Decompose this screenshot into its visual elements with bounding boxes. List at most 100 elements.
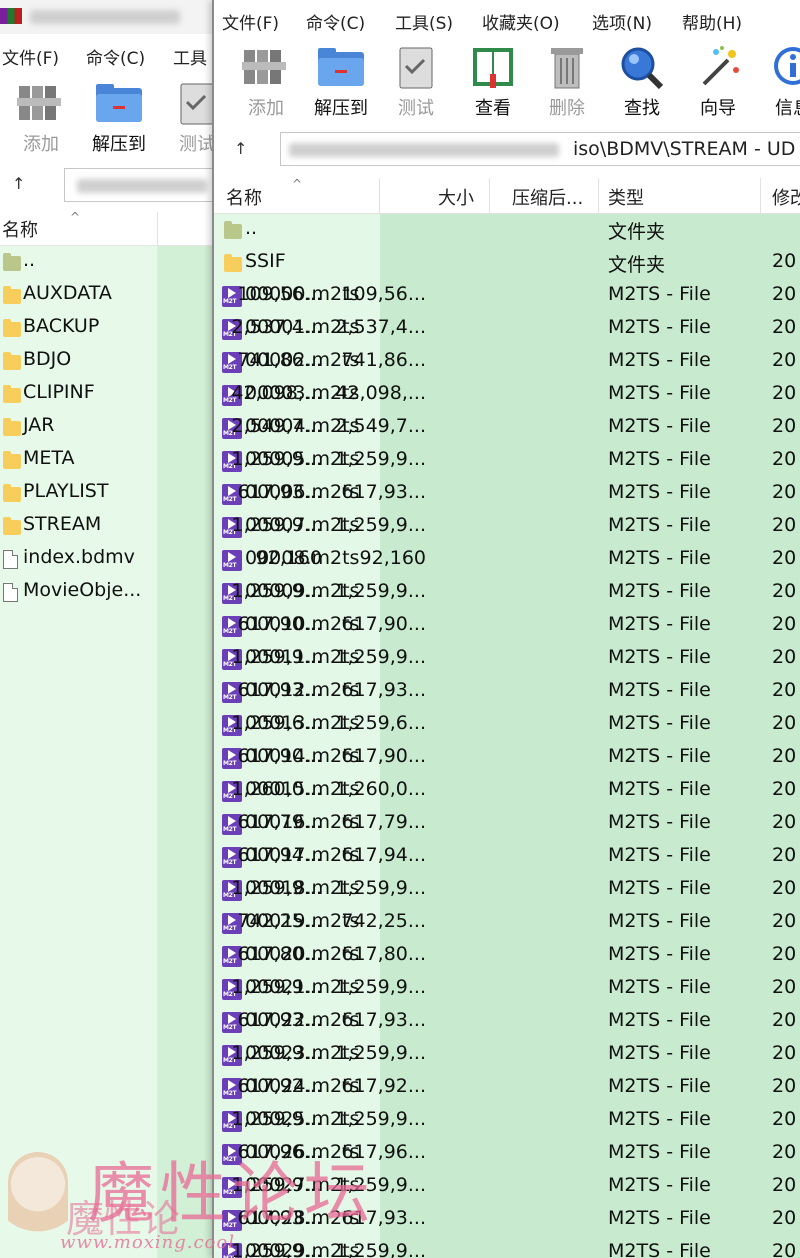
table-row[interactable]: 00024.m2ts617,92...617,92...M2TS - File2… — [214, 1072, 800, 1105]
table-row[interactable]: 00018.m2ts1,259,9...1,259,9...M2TS - Fil… — [214, 874, 800, 907]
table-row[interactable]: 00016.m2ts617,79...617,79...M2TS - File2… — [214, 808, 800, 841]
table-row[interactable]: 00027.m2ts1,259,9...1,259,9...M2TS - Fil… — [214, 1171, 800, 1204]
folder-icon — [224, 254, 242, 272]
cell-modified: 20 — [772, 646, 797, 668]
back-list-item[interactable]: META — [0, 444, 157, 477]
back-up-arrow-icon[interactable]: ↑ — [12, 174, 25, 193]
col-size[interactable]: 大小 — [438, 184, 474, 210]
table-row[interactable]: 00013.m2ts1,259,6...1,259,6...M2TS - Fil… — [214, 709, 800, 742]
back-list-item[interactable]: JAR — [0, 411, 157, 444]
menu-favorites[interactable]: 收藏夹(O) — [482, 9, 560, 34]
back-col-divider[interactable] — [157, 212, 158, 248]
table-row[interactable]: 00011.m2ts1,259,9...1,259,9...M2TS - Fil… — [214, 643, 800, 676]
cell-size: 617,80... — [237, 943, 322, 965]
add-button[interactable]: 添加 — [227, 38, 305, 124]
cell-packed: 617,93... — [341, 1009, 426, 1031]
back-list-item[interactable]: .. — [0, 246, 157, 279]
cell-modified: 20 — [772, 910, 797, 932]
address-field[interactable]: iso\BDMV\STREAM - UD — [280, 132, 800, 166]
back-col-name[interactable]: 名称 — [2, 216, 38, 242]
delete-label: 删除 — [549, 98, 585, 119]
cell-type: M2TS - File — [608, 844, 711, 866]
table-row[interactable]: 00006.m2ts617,93...617,93...M2TS - File2… — [214, 478, 800, 511]
back-address-field[interactable] — [64, 168, 215, 202]
cell-size: 1,259,9... — [231, 448, 322, 470]
col-packed[interactable]: 压缩后... — [512, 184, 583, 210]
table-row[interactable]: 00026.m2ts617,96...617,96...M2TS - File2… — [214, 1138, 800, 1171]
table-row[interactable]: 00025.m2ts1,259,9...1,259,9...M2TS - Fil… — [214, 1105, 800, 1138]
back-list-item[interactable]: index.bdmv — [0, 543, 157, 576]
table-row[interactable]: .. 文件夹 — [214, 214, 800, 247]
table-row[interactable]: 00012.m2ts617,93...617,93...M2TS - File2… — [214, 676, 800, 709]
table-row[interactable]: 00014.m2ts617,90...617,90...M2TS - File2… — [214, 742, 800, 775]
table-row[interactable]: 00000.m2ts109,56...109,56...M2TS - File2… — [214, 280, 800, 313]
col-divider[interactable] — [489, 178, 490, 214]
table-row[interactable]: 00015.m2ts1,260,0...1,260,0...M2TS - Fil… — [214, 775, 800, 808]
up-arrow-icon[interactable]: ↑ — [234, 139, 247, 158]
menu-command[interactable]: 命令(C) — [306, 9, 365, 34]
folder-icon — [3, 385, 21, 403]
m2ts-video-file-icon — [222, 550, 242, 571]
back-menu-tools[interactable]: 工具 — [173, 44, 207, 69]
table-row[interactable]: 00023.m2ts1,259,9...1,259,9...M2TS - Fil… — [214, 1039, 800, 1072]
cell-size: 1,259,9... — [231, 877, 322, 899]
menu-tools[interactable]: 工具(S) — [395, 9, 453, 34]
table-row[interactable]: 00028.m2ts617,93...617,93...M2TS - File2… — [214, 1204, 800, 1237]
table-row[interactable]: 00004.m2ts2,549,7...2,549,7...M2TS - Fil… — [214, 412, 800, 445]
menu-file[interactable]: 文件(F) — [222, 9, 279, 34]
table-row[interactable]: 00007.m2ts1,259,9...1,259,9...M2TS - Fil… — [214, 511, 800, 544]
back-list-item[interactable]: AUXDATA — [0, 279, 157, 312]
back-test-button[interactable]: 测试 — [158, 74, 215, 160]
table-row[interactable]: 00021.m2ts1,259,9...1,259,9...M2TS - Fil… — [214, 973, 800, 1006]
col-divider[interactable] — [760, 178, 761, 214]
table-row[interactable]: 00010.m2ts617,90...617,90...M2TS - File2… — [214, 610, 800, 643]
back-add-button[interactable]: 添加 — [2, 74, 80, 160]
table-row[interactable]: 00008.m2ts92,16092,160M2TS - File20 — [214, 544, 800, 577]
back-menu-file[interactable]: 文件(F) — [2, 44, 59, 69]
cell-packed: 1,259,9... — [335, 646, 426, 668]
table-row[interactable]: 00005.m2ts1,259,9...1,259,9...M2TS - Fil… — [214, 445, 800, 478]
col-name[interactable]: 名称 — [226, 184, 262, 210]
table-row[interactable]: 00019.m2ts742,25...742,25...M2TS - File2… — [214, 907, 800, 940]
back-extract-button[interactable]: 解压到 — [80, 74, 158, 160]
info-button[interactable]: 信息 — [754, 38, 800, 124]
back-list-item[interactable]: MovieObje... — [0, 576, 157, 609]
find-button[interactable]: 查找 — [603, 38, 681, 124]
col-divider[interactable] — [379, 178, 380, 214]
back-menu-command[interactable]: 命令(C) — [86, 44, 145, 69]
col-divider[interactable] — [598, 178, 599, 214]
back-list-item[interactable]: CLIPINF — [0, 378, 157, 411]
table-row[interactable]: 00002.m2ts741,86...741,86...M2TS - File2… — [214, 346, 800, 379]
wizard-label: 向导 — [700, 98, 736, 119]
menu-help[interactable]: 帮助(H) — [682, 9, 742, 34]
cell-modified: 20 — [772, 1009, 797, 1031]
table-row[interactable]: 00017.m2ts617,94...617,94...M2TS - File2… — [214, 841, 800, 874]
wizard-button[interactable]: 向导 — [679, 38, 757, 124]
back-item-name: index.bdmv — [23, 546, 135, 568]
menu-options[interactable]: 选项(N) — [592, 9, 652, 34]
cell-packed: 1,259,9... — [335, 1108, 426, 1130]
back-item-name: AUXDATA — [23, 282, 112, 304]
back-list-item[interactable]: PLAYLIST — [0, 477, 157, 510]
view-label: 查看 — [475, 98, 511, 119]
test-button[interactable]: 测试 — [377, 38, 455, 124]
col-modified[interactable]: 修改 — [772, 184, 800, 210]
back-list-item[interactable]: BDJO — [0, 345, 157, 378]
delete-button[interactable]: 删除 — [528, 38, 606, 124]
table-row[interactable]: 00022.m2ts617,93...617,93...M2TS - File2… — [214, 1006, 800, 1039]
col-type[interactable]: 类型 — [608, 184, 644, 210]
table-row[interactable]: SSIF 文件夹 20 — [214, 247, 800, 280]
cell-size: 42,098,... — [231, 382, 322, 404]
back-list-item[interactable]: STREAM — [0, 510, 157, 543]
cell-type: M2TS - File — [608, 1141, 711, 1163]
table-row[interactable]: 00029.m2ts1,259,9...1,259,9...M2TS - Fil… — [214, 1237, 800, 1258]
table-row[interactable]: 00009.m2ts1,259,9...1,259,9...M2TS - Fil… — [214, 577, 800, 610]
table-row[interactable]: 00001.m2ts2,537,4...2,537,4...M2TS - Fil… — [214, 313, 800, 346]
extract-to-button[interactable]: 解压到 — [302, 38, 380, 124]
table-row[interactable]: 00003.m2ts42,098,...42,098,...M2TS - Fil… — [214, 379, 800, 412]
view-button[interactable]: 查看 — [454, 38, 532, 124]
table-row[interactable]: 00020.m2ts617,80...617,80...M2TS - File2… — [214, 940, 800, 973]
back-list-item[interactable]: BACKUP — [0, 312, 157, 345]
cell-type: M2TS - File — [608, 1240, 711, 1258]
cell-size: 617,93... — [237, 679, 322, 701]
